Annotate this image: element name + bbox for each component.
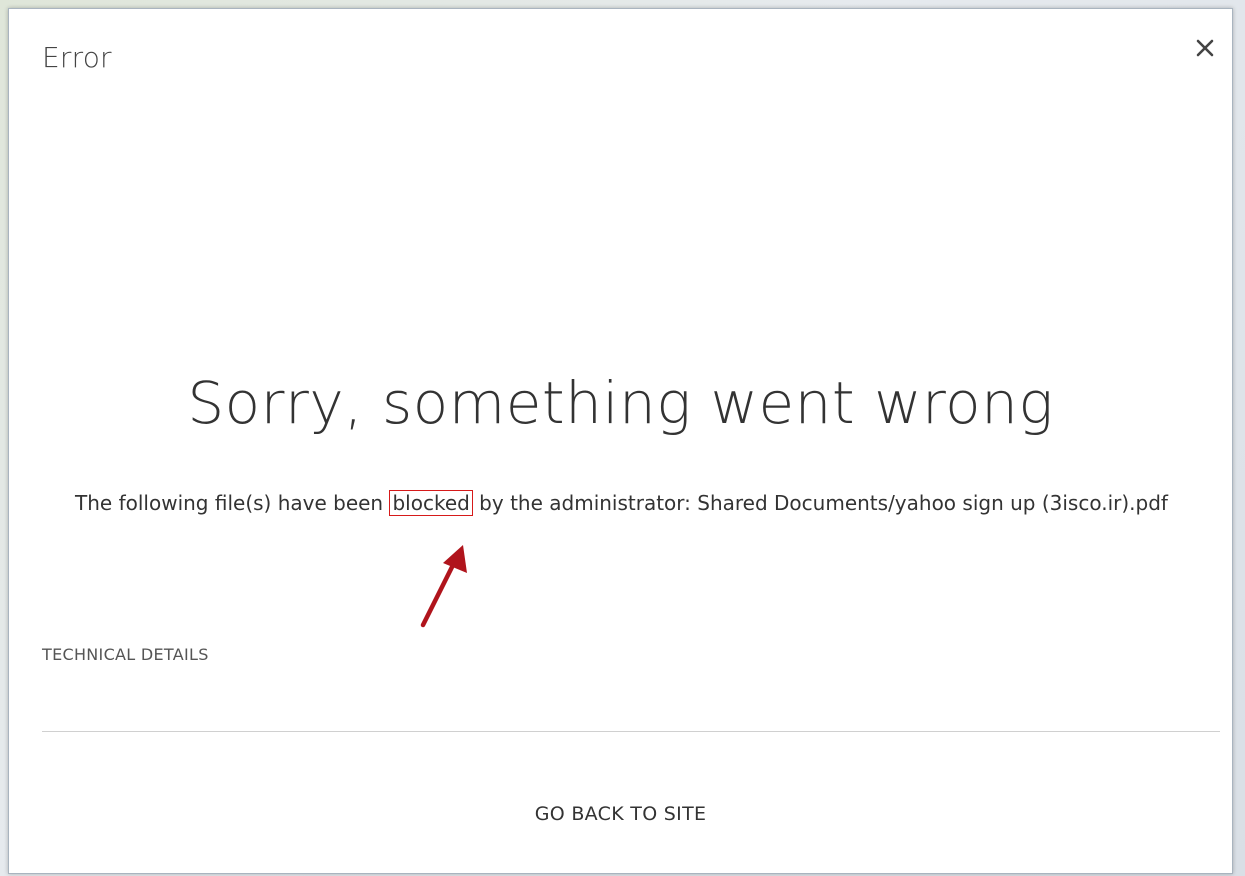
arrow-up-right-icon: [420, 545, 467, 628]
close-button[interactable]: [1188, 31, 1222, 65]
divider: [42, 731, 1220, 732]
message-text-after: by the administrator: Shared Documents/y…: [472, 491, 1168, 515]
error-dialog: Error Sorry, something went wrong The fo…: [8, 8, 1233, 874]
error-headline: Sorry, something went wrong: [187, 369, 1054, 437]
technical-details-link[interactable]: TECHNICAL DETAILS: [42, 645, 209, 664]
blocked-highlight: blocked: [389, 490, 473, 516]
close-icon: [1196, 39, 1214, 57]
message-text-before: The following file(s) have been: [75, 491, 390, 515]
go-back-container: GO BACK TO SITE: [9, 803, 1232, 825]
error-message: The following file(s) have been blocked …: [69, 487, 1174, 520]
dialog-title: Error: [42, 41, 112, 74]
go-back-to-site-link[interactable]: GO BACK TO SITE: [535, 803, 707, 825]
